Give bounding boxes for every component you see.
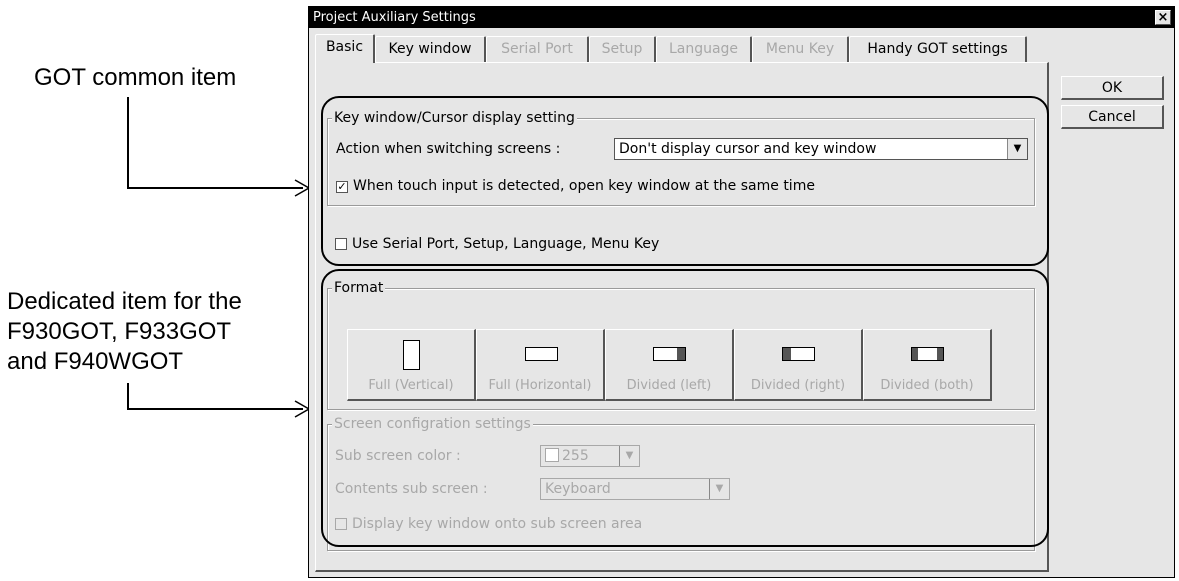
tab-language[interactable]: Language <box>656 36 752 62</box>
dedicated-item-highlight <box>321 269 1049 547</box>
tab-key-window[interactable]: Key window <box>375 36 486 62</box>
tab-basic[interactable]: Basic <box>315 34 375 63</box>
dialog-titlebar: Project Auxiliary Settings × <box>309 7 1174 28</box>
annotation-got-common-item: GOT common item <box>34 64 237 91</box>
tab-setup[interactable]: Setup <box>589 36 656 62</box>
leader-line-dedicated-h <box>127 408 303 410</box>
annotation-dedicated-line2: F930GOT, F933GOT <box>7 318 232 345</box>
tab-serial-port[interactable]: Serial Port <box>486 36 589 62</box>
ok-button[interactable]: OK <box>1061 76 1164 100</box>
cancel-button[interactable]: Cancel <box>1061 105 1164 129</box>
tab-menu-key[interactable]: Menu Key <box>752 36 849 62</box>
leader-line-dedicated <box>127 383 129 410</box>
common-item-highlight <box>321 96 1049 266</box>
annotation-dedicated-line1: Dedicated item for the <box>7 288 242 315</box>
annotation-dedicated-line3: and F940WGOT <box>7 348 184 375</box>
dialog-title: Project Auxiliary Settings <box>313 10 476 25</box>
leader-line-common-h <box>127 187 303 189</box>
tab-handy-got-settings[interactable]: Handy GOT settings <box>849 36 1027 62</box>
close-icon[interactable]: × <box>1155 10 1171 25</box>
leader-line-common <box>127 97 129 189</box>
